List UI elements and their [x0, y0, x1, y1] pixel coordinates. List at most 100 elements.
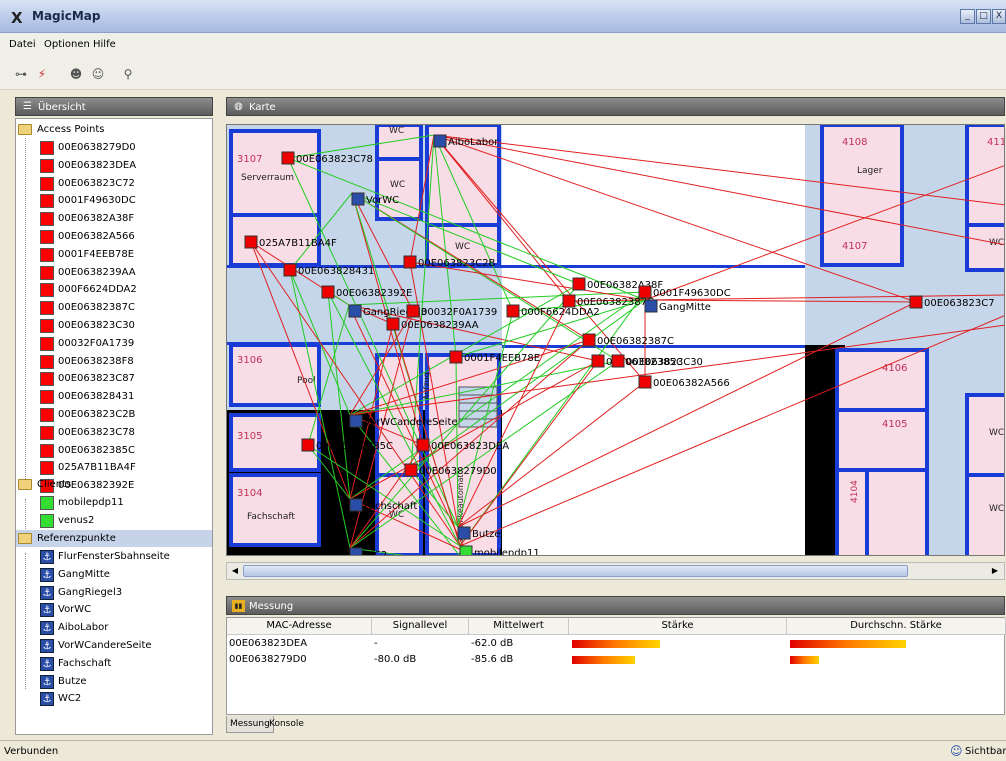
tree-item-client[interactable]: venus2 — [16, 512, 212, 529]
tree-item-access-point[interactable]: 00032F0A1739 — [16, 335, 212, 352]
map-access-point[interactable]: 00E063823DEA — [416, 438, 509, 452]
connect-icon[interactable]: ⊶ — [13, 66, 29, 82]
tree-group-referenzpunkte[interactable]: Referenzpunkte — [16, 530, 212, 547]
tree-item-access-point[interactable]: 00E0638279D0 — [16, 139, 212, 156]
menu-datei[interactable]: Datei — [9, 39, 36, 50]
tree-item-access-point[interactable]: 00E063823C2B — [16, 406, 212, 423]
map-reference-point[interactable]: Butze — [457, 526, 501, 540]
tree-item-client[interactable]: mobilepdp11 — [16, 494, 212, 511]
tree-item-access-point[interactable]: 00E06382A566 — [16, 228, 212, 245]
tree-item-access-point[interactable]: 00E0638239AA — [16, 264, 212, 281]
map-reference-point[interactable]: GangMitte — [644, 299, 711, 313]
walk-icon[interactable]: ⚲ — [120, 66, 136, 82]
strength-bar — [572, 656, 635, 664]
tree-item-referenzpunkt[interactable]: ⚓ VorWC — [16, 601, 212, 618]
map-client[interactable]: mobilepdp11 — [459, 545, 540, 556]
tree-item-access-point[interactable]: 025A7B11BA4F — [16, 459, 212, 476]
tree-item-referenzpunkt[interactable]: ⚓ Butze — [16, 673, 212, 690]
map-reference-point[interactable]: Fachschaft — [349, 498, 417, 512]
map-access-point[interactable]: 00E06382392E — [321, 285, 412, 299]
col-signal[interactable]: Signallevel — [372, 618, 469, 635]
tree-item-access-point[interactable]: 00E0638238F8 — [16, 353, 212, 370]
col-avg-strength[interactable]: Durchschn. Stärke — [787, 618, 1006, 635]
menu-hilfe[interactable]: Hilfe — [93, 39, 116, 50]
map-access-point[interactable]: 00E0638239AA — [386, 317, 479, 331]
tree-group-access-points[interactable]: Access Points — [16, 121, 212, 138]
tree-item-access-point[interactable]: 000F6624DDA2 — [16, 281, 212, 298]
measurement-table: MAC-Adresse Signallevel Mittelwert Stärk… — [226, 617, 1006, 715]
disconnect-icon[interactable]: ⚡ — [34, 66, 50, 82]
menu-optionen[interactable]: Optionen — [44, 39, 90, 50]
room-label: 4104 — [850, 480, 860, 503]
col-mean[interactable]: Mittelwert — [469, 618, 569, 635]
map-reference-point[interactable]: VorWC — [351, 192, 399, 206]
tree-group-clients[interactable]: Clients — [16, 476, 212, 493]
scroll-right-icon[interactable]: ▶ — [989, 565, 1001, 577]
map-access-point[interactable]: 00E063823C2B — [403, 255, 496, 269]
user-icon[interactable]: ☺ — [90, 66, 106, 82]
tree-item-access-point[interactable]: 00E06382A38F — [16, 210, 212, 227]
group-label: Access Points — [37, 124, 105, 135]
tree-item-access-point[interactable]: 00E063828431 — [16, 388, 212, 405]
node-square — [506, 304, 520, 318]
col-strength[interactable]: Stärke — [569, 618, 787, 635]
tree-item-access-point[interactable]: 00E063823DEA — [16, 157, 212, 174]
map-access-point[interactable]: 00E06382385C — [301, 438, 393, 452]
map-access-point[interactable]: 00E06382A566 — [638, 375, 730, 389]
map-access-point[interactable]: 00E06382387C — [582, 333, 674, 347]
tree-item-referenzpunkt[interactable]: ⚓ FlurFensterSbahnseite — [16, 548, 212, 565]
maximize-button[interactable]: □ — [976, 9, 991, 24]
map-access-point[interactable]: 025A7B11BA4F — [244, 235, 337, 249]
map-access-point[interactable]: 00E063823C78 — [281, 151, 373, 165]
map-access-point[interactable]: 00E063823C30 — [611, 354, 703, 368]
anchor-icon — [351, 192, 365, 206]
anchor-icon: ⚓ — [40, 674, 54, 689]
client-square-icon — [40, 496, 54, 510]
map-reference-point[interactable]: WC2 — [349, 547, 387, 556]
tree-item-access-point[interactable]: 00E063823C87 — [16, 370, 212, 387]
map-canvas[interactable]: 3107 3106 3105 3104 4108 4107 4106 4105 … — [226, 124, 1005, 556]
room-label: Aufzug — [422, 372, 431, 400]
node-label: 00E063823DEA — [431, 441, 509, 452]
tree-item-access-point[interactable]: 00E063823C30 — [16, 317, 212, 334]
room-label: WC — [390, 180, 405, 190]
tree-item-referenzpunkt[interactable]: ⚓ Fachschaft — [16, 655, 212, 672]
map-access-point[interactable]: 00032F0A1739 — [406, 304, 497, 318]
access-point-square-icon — [40, 354, 54, 369]
tree-item-access-point[interactable]: 00E063823C78 — [16, 424, 212, 441]
tree-item-access-point[interactable]: 0001F49630DC — [16, 192, 212, 209]
node-label: 00E0638239AA — [401, 320, 479, 331]
table-row[interactable]: 00E063823DEA - -62.0 dB — [227, 636, 1006, 652]
users-icon[interactable]: ☻ — [68, 66, 84, 82]
tree-item-access-point[interactable]: 00E06382387C — [16, 299, 212, 316]
map-access-point[interactable]: 00E063828431 — [283, 263, 374, 277]
tree-item-access-point[interactable]: 00E06382385C — [16, 442, 212, 459]
map-reference-point[interactable]: AiboLabor — [433, 134, 499, 148]
tree-item-referenzpunkt[interactable]: ⚓ AiboLabor — [16, 619, 212, 636]
measurement-panel-header: ▮▮ Messung — [226, 596, 1005, 615]
tab-konsole[interactable]: Konsole — [266, 716, 307, 733]
minimize-button[interactable]: _ — [960, 9, 975, 24]
scrollbar-thumb[interactable] — [243, 565, 908, 577]
tree-item-referenzpunkt[interactable]: ⚓ GangRiegel3 — [16, 584, 212, 601]
tree-item-access-point[interactable]: 0001F4EEB78E — [16, 246, 212, 263]
tree-item-referenzpunkt[interactable]: ⚓ WC2 — [16, 690, 212, 707]
tree-item-referenzpunkt[interactable]: ⚓ VorWCandereSeite — [16, 637, 212, 654]
cell-signal: -80.0 dB — [374, 654, 417, 665]
avg-strength-bar — [790, 656, 820, 664]
tree-item-referenzpunkt[interactable]: ⚓ GangMitte — [16, 566, 212, 583]
col-mac[interactable]: MAC-Adresse — [227, 618, 372, 635]
map-horizontal-scrollbar[interactable]: ◀ ▶ — [226, 562, 1005, 580]
overview-tree: Access Points 00E0638279D0 00E063823DEA 00… — [15, 118, 213, 735]
scroll-left-icon[interactable]: ◀ — [229, 565, 241, 577]
map-reference-point[interactable]: VorWCandereSeite — [349, 414, 458, 428]
map-access-point[interactable]: 0001F4EEB78E — [449, 350, 540, 364]
close-button[interactable]: X — [992, 9, 1006, 24]
status-text: Verbunden — [4, 746, 59, 757]
map-access-point[interactable]: 0001F49630DC — [638, 285, 731, 299]
node-label: 00E06382392E — [336, 288, 412, 299]
table-row[interactable]: 00E0638279D0 -80.0 dB -85.6 dB — [227, 652, 1006, 668]
tree-item-label: AiboLabor — [58, 622, 109, 634]
map-access-point[interactable]: 00E0638279D0 — [404, 463, 497, 477]
tree-item-access-point[interactable]: 00E063823C72 — [16, 175, 212, 192]
